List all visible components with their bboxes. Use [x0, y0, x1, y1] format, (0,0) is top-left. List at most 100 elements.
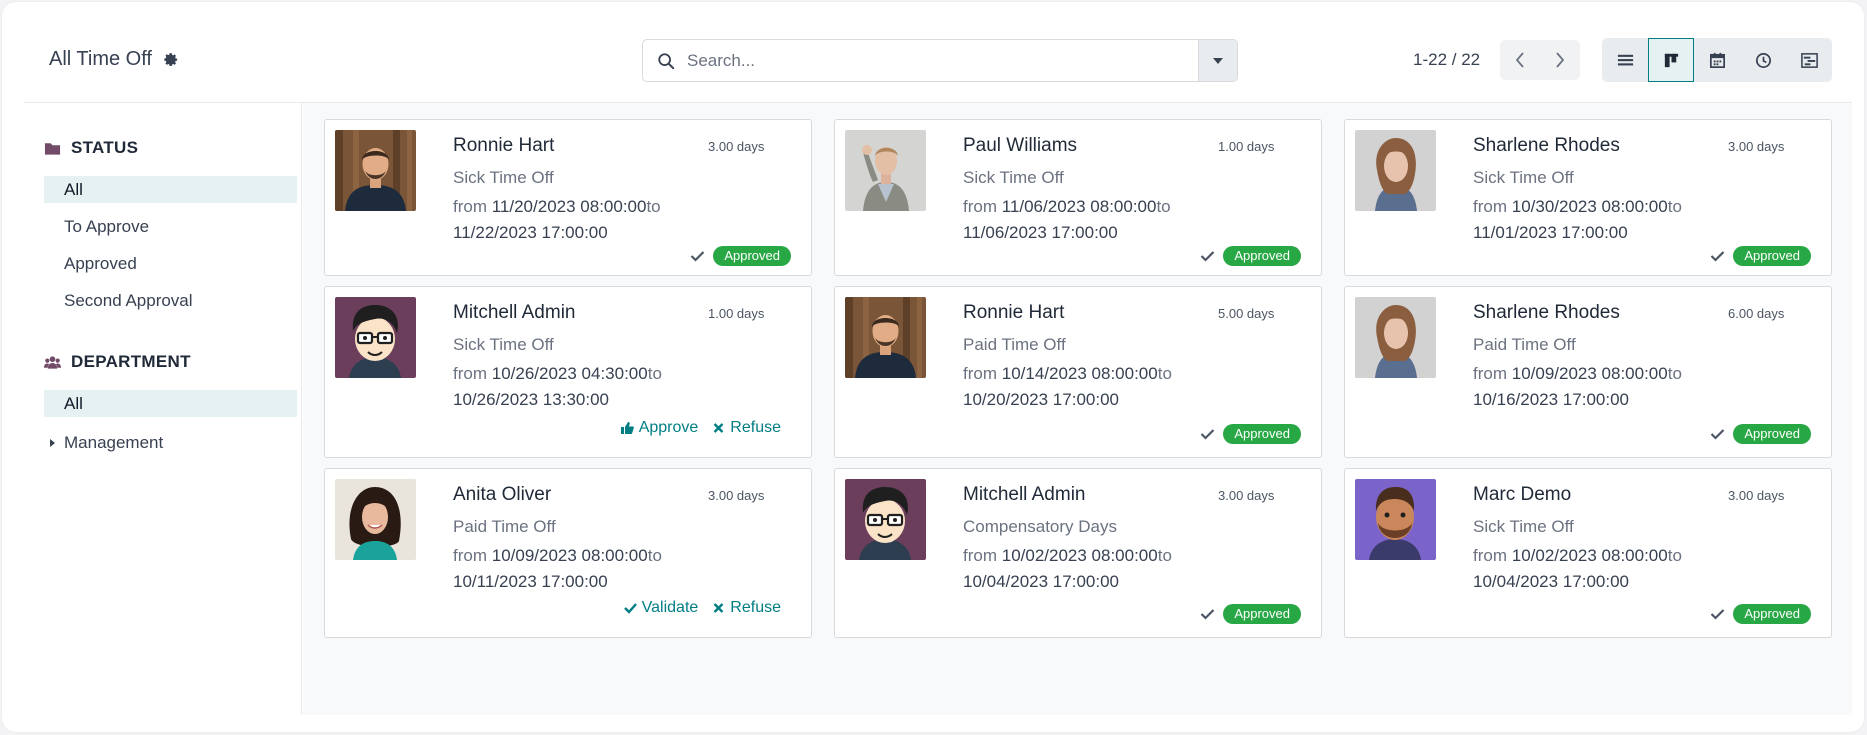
status-badge: Approved	[1733, 424, 1811, 444]
leave-start: 11/06/2023 08:00:00	[1001, 197, 1157, 216]
leave-period: from 10/09/2023 08:00:00to 10/16/2023 17…	[1473, 361, 1682, 413]
status-badge: Approved	[1223, 424, 1301, 444]
leave-end: 10/26/2023 13:30:00	[453, 390, 609, 409]
kanban-card[interactable]: Marc Demo 3.00 days Sick Time Off from 1…	[1344, 468, 1832, 638]
pager-value[interactable]: 1-22 / 22	[1413, 50, 1480, 70]
search-options-toggle[interactable]	[1198, 40, 1237, 81]
employee-photo	[1355, 130, 1436, 211]
employee-photo	[1355, 479, 1436, 560]
card-actions: Validate Refuse	[623, 599, 781, 617]
leave-duration: 3.00 days	[1218, 488, 1275, 503]
from-label: from	[963, 364, 1002, 383]
leave-end: 11/01/2023 17:00:00	[1473, 223, 1628, 242]
leave-status: Approved	[1200, 424, 1301, 444]
leave-period: from 10/02/2023 08:00:00to 10/04/2023 17…	[1473, 543, 1682, 595]
kanban-view-button[interactable]	[1648, 38, 1694, 82]
from-label: from	[1473, 197, 1512, 216]
chevron-right-icon	[1556, 52, 1565, 68]
kanban-card[interactable]: Sharlene Rhodes 6.00 days Paid Time Off …	[1344, 286, 1832, 458]
activity-view-button[interactable]	[1740, 38, 1786, 82]
department-section-title: DEPARTMENT	[71, 352, 191, 371]
page-title: All Time Off	[49, 48, 152, 70]
control-panel: All Time Off 1-22 / 22	[24, 2, 1852, 103]
kanban-view: Ronnie Hart 3.00 days Sick Time Off from…	[303, 103, 1852, 715]
users-icon	[44, 355, 61, 369]
pager-next-button[interactable]	[1540, 40, 1580, 80]
calendar-view-button[interactable]	[1694, 38, 1740, 82]
refuse-button[interactable]: Refuse	[712, 419, 781, 437]
status-badge: Approved	[1223, 246, 1301, 266]
search-input[interactable]	[687, 40, 1198, 81]
kanban-card[interactable]: Paul Williams 1.00 days Sick Time Off fr…	[834, 119, 1322, 276]
list-view-button[interactable]	[1602, 38, 1648, 82]
leave-type: Sick Time Off	[453, 335, 554, 354]
approve-label: Approve	[638, 419, 699, 436]
leave-end: 10/04/2023 17:00:00	[963, 572, 1119, 591]
approve-button[interactable]: Approve	[620, 419, 699, 437]
gear-icon[interactable]	[162, 51, 179, 68]
leave-start: 10/02/2023 08:00:00	[1001, 546, 1158, 565]
employee-photo	[845, 130, 926, 211]
leave-duration: 3.00 days	[708, 139, 765, 154]
leave-period: from 10/09/2023 08:00:00to 10/11/2023 17…	[453, 543, 662, 595]
leave-start: 10/30/2023 08:00:00	[1511, 197, 1668, 216]
leave-type: Sick Time Off	[1473, 168, 1574, 187]
kanban-card[interactable]: Anita Oliver 3.00 days Paid Time Off fro…	[324, 468, 812, 638]
leave-type: Sick Time Off	[1473, 517, 1574, 536]
kanban-card[interactable]: Ronnie Hart 3.00 days Sick Time Off from…	[324, 119, 812, 276]
app-window: All Time Off 1-22 / 22	[2, 2, 1864, 732]
avatar	[335, 479, 416, 560]
status-badge: Approved	[713, 246, 791, 266]
employee-photo	[335, 297, 416, 378]
leave-duration: 3.00 days	[1728, 488, 1785, 503]
to-label: to	[1667, 197, 1682, 216]
check-icon	[1711, 609, 1725, 620]
kanban-card[interactable]: Ronnie Hart 5.00 days Paid Time Off from…	[834, 286, 1322, 458]
department-filter-all[interactable]: All	[44, 390, 297, 417]
activity-view-icon	[1755, 52, 1771, 68]
leave-type: Sick Time Off	[963, 168, 1064, 187]
caret-right-icon[interactable]	[50, 438, 55, 447]
to-label: to	[646, 197, 661, 216]
employee-name: Sharlene Rhodes	[1473, 302, 1620, 323]
close-icon	[713, 423, 724, 433]
leave-status: Approved	[1710, 424, 1811, 444]
thumbs-up-icon	[620, 422, 634, 434]
status-filter-approved[interactable]: Approved	[44, 250, 297, 277]
view-switcher	[1602, 38, 1832, 82]
status-filter-to-approve[interactable]: To Approve	[44, 213, 297, 240]
pager-previous-button[interactable]	[1500, 40, 1540, 80]
gantt-view-button[interactable]	[1786, 38, 1832, 82]
avatar	[1355, 297, 1436, 378]
department-filter-management[interactable]: Management	[44, 429, 297, 456]
status-filter-second-approval[interactable]: Second Approval	[44, 287, 297, 314]
status-filter-all[interactable]: All	[44, 176, 297, 203]
leave-status: Approved	[690, 246, 791, 266]
employee-name: Ronnie Hart	[453, 135, 555, 156]
chevron-left-icon	[1515, 52, 1524, 68]
leave-start: 10/02/2023 08:00:00	[1511, 546, 1668, 565]
leave-end: 10/16/2023 17:00:00	[1473, 390, 1629, 409]
leave-type: Paid Time Off	[1473, 335, 1576, 354]
employee-name: Marc Demo	[1473, 484, 1572, 505]
leave-end: 11/06/2023 17:00:00	[963, 223, 1118, 242]
leave-duration: 6.00 days	[1728, 306, 1785, 321]
leave-start: 10/14/2023 08:00:00	[1001, 364, 1158, 383]
from-label: from	[963, 546, 1002, 565]
list-view-icon	[1617, 54, 1633, 65]
validate-button[interactable]: Validate	[623, 599, 698, 617]
status-section-title: STATUS	[71, 138, 139, 157]
to-label: to	[1667, 364, 1682, 383]
kanban-card[interactable]: Mitchell Admin 1.00 days Sick Time Off f…	[324, 286, 812, 458]
kanban-card[interactable]: Mitchell Admin 3.00 days Compensatory Da…	[834, 468, 1322, 638]
leave-start: 10/09/2023 08:00:00	[491, 546, 648, 565]
employee-name: Mitchell Admin	[453, 302, 576, 323]
check-icon	[1711, 251, 1725, 262]
refuse-button[interactable]: Refuse	[712, 599, 781, 617]
employee-name: Ronnie Hart	[963, 302, 1065, 323]
calendar-view-icon	[1709, 52, 1725, 68]
kanban-card[interactable]: Sharlene Rhodes 3.00 days Sick Time Off …	[1344, 119, 1832, 276]
leave-period: from 11/06/2023 08:00:00to 11/06/2023 17…	[963, 194, 1171, 246]
gantt-view-icon	[1800, 52, 1818, 68]
avatar	[845, 297, 926, 378]
